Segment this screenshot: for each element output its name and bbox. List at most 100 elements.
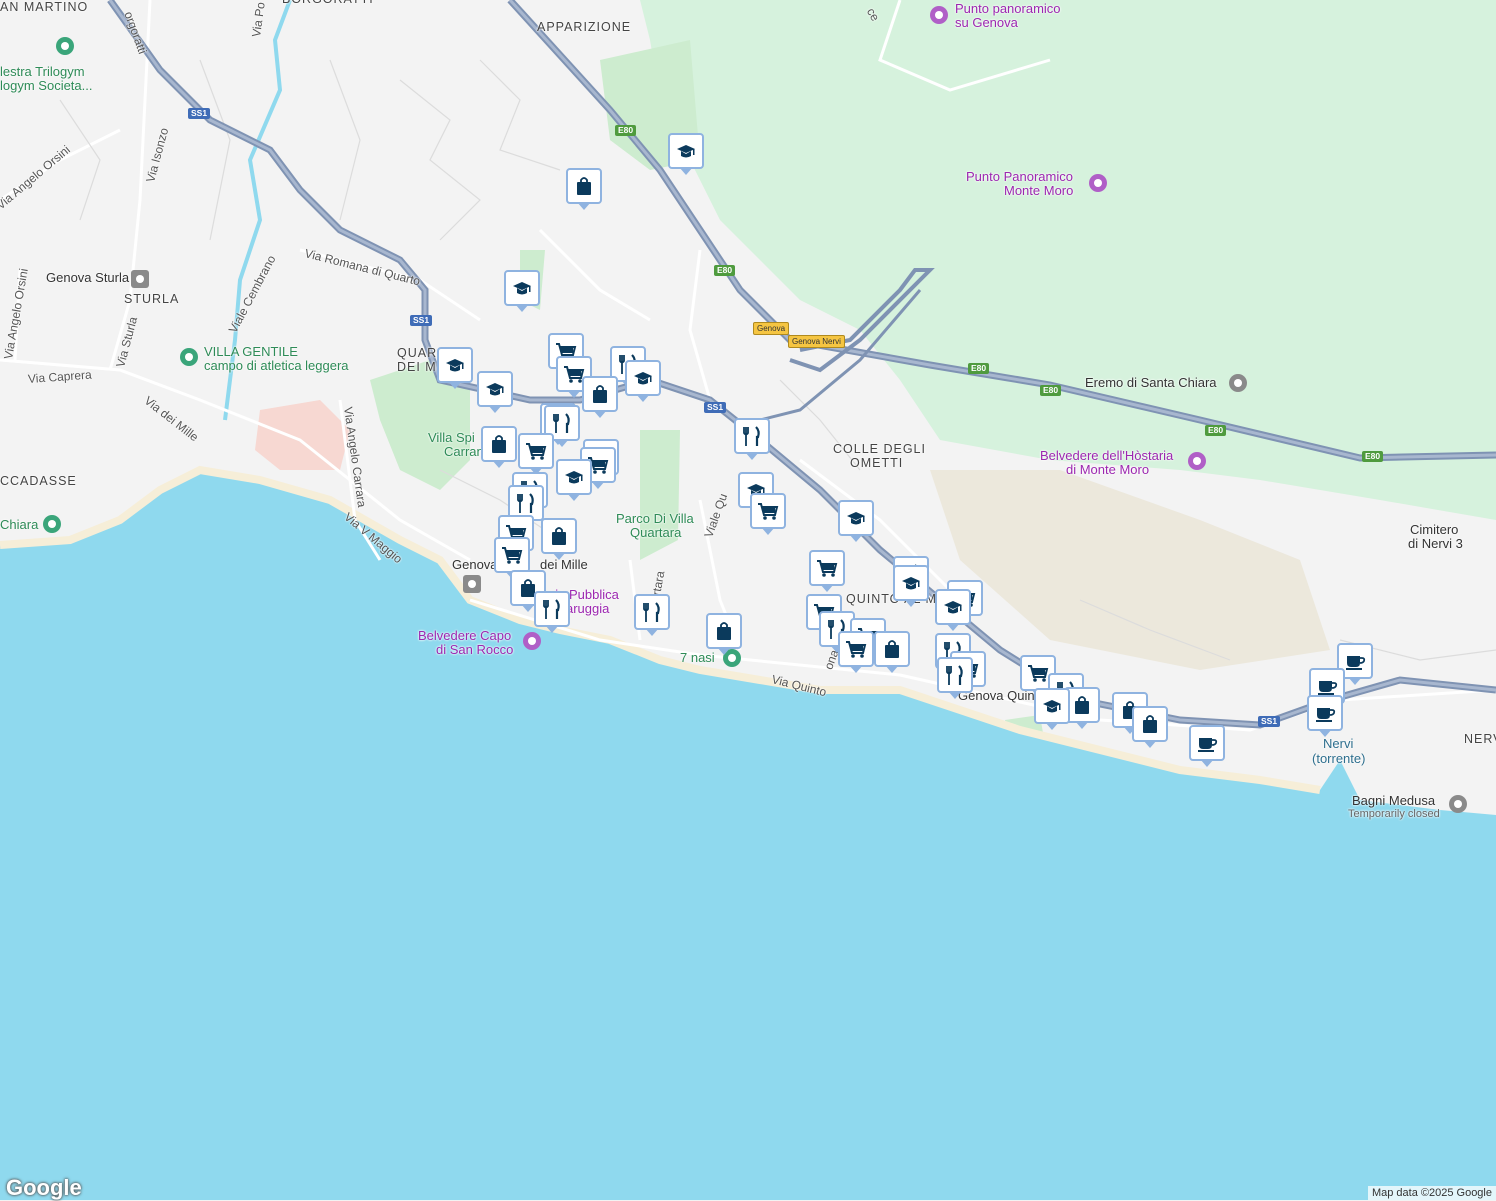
- place-status-bagni-medusa: Temporarily closed: [1348, 808, 1440, 820]
- map-pin-graduation-cap[interactable]: [504, 270, 540, 312]
- area-label-colle-1: COLLE DEGLI: [833, 442, 926, 456]
- map-pin-shopping-cart[interactable]: [750, 493, 786, 535]
- area-label-quarto-1: QUAR: [397, 346, 438, 360]
- place-label-punto-moro-2[interactable]: Monte Moro: [1004, 184, 1073, 198]
- place-label-villa-spinola-2[interactable]: Carran: [444, 445, 484, 459]
- place-label-sette-nasi[interactable]: 7 nasi: [680, 651, 715, 665]
- shield-e80: E80: [615, 125, 637, 136]
- map-pin-graduation-cap[interactable]: [477, 371, 513, 413]
- area-label-nervi: NERV: [1464, 732, 1496, 746]
- place-label-punto-genova-1[interactable]: Punto panoramico: [955, 2, 1061, 16]
- poi-marker-palestra[interactable]: [56, 37, 74, 55]
- place-label-nervi-torrente-1[interactable]: Nervi: [1323, 737, 1353, 751]
- map-pin-shopping-cart[interactable]: [838, 631, 874, 673]
- shield-ss1: SS1: [704, 402, 727, 413]
- place-label-cimitero-2[interactable]: di Nervi 3: [1408, 537, 1463, 551]
- exit-sign-genova: Genova: [753, 322, 790, 335]
- map-pin-shopping-bag[interactable]: [582, 376, 618, 418]
- map-pin-shopping-cart[interactable]: [494, 537, 530, 579]
- shield-e80: E80: [968, 363, 990, 374]
- fork-knife-icon: [517, 493, 534, 513]
- map-pin-shopping-cart[interactable]: [518, 433, 554, 475]
- coffee-cup-icon: [1346, 656, 1366, 670]
- map-pin-graduation-cap[interactable]: [556, 459, 592, 501]
- place-label-villa-gentile-2[interactable]: campo di atletica leggera: [204, 359, 349, 373]
- fork-knife-icon: [643, 602, 660, 622]
- map-pin-fork-knife[interactable]: [937, 657, 973, 699]
- place-label-belvedere-hostaria-1[interactable]: Belvedere dell'Hòstaria: [1040, 449, 1173, 463]
- shopping-cart-icon: [526, 443, 547, 460]
- map-pin-fork-knife[interactable]: [534, 591, 570, 633]
- shield-ss1: SS1: [188, 108, 211, 119]
- camera-icon[interactable]: [1188, 452, 1206, 470]
- map-canvas[interactable]: [0, 0, 1496, 1200]
- google-logo: Google: [6, 1175, 82, 1200]
- place-label-genova-quarto-2[interactable]: dei Mille: [540, 558, 588, 572]
- map-pin-graduation-cap[interactable]: [668, 133, 704, 175]
- map-pin-coffee-cup[interactable]: [1307, 695, 1343, 737]
- graduation-cap-icon: [1043, 700, 1061, 713]
- area-label-borgoratti: BORGORATTI: [282, 0, 374, 6]
- camera-icon[interactable]: [930, 6, 948, 24]
- shopping-bag-icon: [1143, 715, 1157, 733]
- shopping-bag-icon: [1075, 696, 1089, 714]
- map-pin-shopping-bag[interactable]: [706, 613, 742, 655]
- place-label-cimitero-1[interactable]: Cimitero: [1410, 523, 1458, 537]
- camera-icon[interactable]: [523, 632, 541, 650]
- map-pin-fork-knife[interactable]: [734, 418, 770, 460]
- map-pin-shopping-cart[interactable]: [809, 550, 845, 592]
- area-label-quarto-2: DEI MI: [397, 360, 442, 374]
- place-label-genova-sturla[interactable]: Genova Sturla: [46, 271, 129, 285]
- place-label-villa-spinola-1[interactable]: Villa Spi: [428, 431, 475, 445]
- poi-marker-bagni-medusa[interactable]: [1449, 795, 1467, 813]
- shield-ss1: SS1: [410, 315, 433, 326]
- place-label-spiaggia-2[interactable]: aruggia: [566, 602, 609, 616]
- map-pin-graduation-cap[interactable]: [838, 500, 874, 542]
- graduation-cap-icon: [513, 282, 531, 295]
- shopping-cart-icon: [758, 503, 779, 520]
- map-pin-shopping-bag[interactable]: [541, 518, 577, 560]
- camera-icon[interactable]: [1089, 174, 1107, 192]
- graduation-cap-icon: [634, 372, 652, 385]
- place-label-belvedere-capo-1[interactable]: Belvedere Capo: [418, 629, 511, 643]
- place-label-belvedere-hostaria-2[interactable]: di Monte Moro: [1066, 463, 1149, 477]
- map-pin-coffee-cup[interactable]: [1189, 725, 1225, 767]
- place-label-punto-moro-1[interactable]: Punto Panoramico: [966, 170, 1073, 184]
- shield-ss1: SS1: [1258, 716, 1281, 727]
- area-label-sturla: STURLA: [124, 292, 180, 306]
- map-pin-graduation-cap[interactable]: [625, 360, 661, 402]
- map-pin-fork-knife[interactable]: [634, 594, 670, 636]
- shield-e80: E80: [1040, 385, 1062, 396]
- place-label-parco-quartara-2[interactable]: Quartara: [630, 526, 681, 540]
- map-pin-graduation-cap[interactable]: [935, 589, 971, 631]
- map-pin-graduation-cap[interactable]: [1034, 688, 1070, 730]
- place-label-chiara[interactable]: Chiara: [0, 518, 38, 532]
- map-pin-shopping-bag[interactable]: [1132, 706, 1168, 748]
- graduation-cap-icon: [902, 577, 920, 590]
- map-pin-shopping-bag[interactable]: [874, 631, 910, 673]
- train-station-icon[interactable]: [131, 270, 149, 288]
- cross-icon[interactable]: [1229, 374, 1247, 392]
- shopping-cart-icon: [1028, 665, 1049, 682]
- place-label-belvedere-capo-2[interactable]: di San Rocco: [436, 643, 513, 657]
- place-label-villa-gentile-1[interactable]: VILLA GENTILE: [204, 345, 298, 359]
- area-label-san-martino: AN MARTINO: [0, 0, 89, 14]
- shopping-cart-icon: [846, 641, 867, 658]
- place-label-eremo[interactable]: Eremo di Santa Chiara: [1085, 376, 1217, 390]
- train-station-icon[interactable]: [463, 575, 481, 593]
- poi-marker-chiara[interactable]: [43, 515, 61, 533]
- map-pin-graduation-cap[interactable]: [893, 565, 929, 607]
- map-pin-shopping-bag[interactable]: [566, 168, 602, 210]
- place-label-punto-genova-2[interactable]: su Genova: [955, 16, 1018, 30]
- area-label-boccadasse: CCADASSE: [0, 474, 77, 488]
- place-label-bagni-medusa[interactable]: Bagni Medusa: [1352, 794, 1435, 808]
- park-villa-quartara: [640, 430, 680, 560]
- poi-marker-villa-gentile[interactable]: [180, 348, 198, 366]
- map-pin-graduation-cap[interactable]: [437, 347, 473, 389]
- place-label-nervi-torrente-2[interactable]: (torrente): [1312, 752, 1365, 766]
- map-pin-shopping-bag[interactable]: [481, 426, 517, 468]
- place-label-parco-quartara-1[interactable]: Parco Di Villa: [616, 512, 694, 526]
- place-label-palestra-2[interactable]: logym Societa...: [0, 79, 93, 93]
- place-label-palestra-1[interactable]: lestra Trilogym: [0, 65, 85, 79]
- place-label-genova-quarto-1[interactable]: Genova: [452, 558, 498, 572]
